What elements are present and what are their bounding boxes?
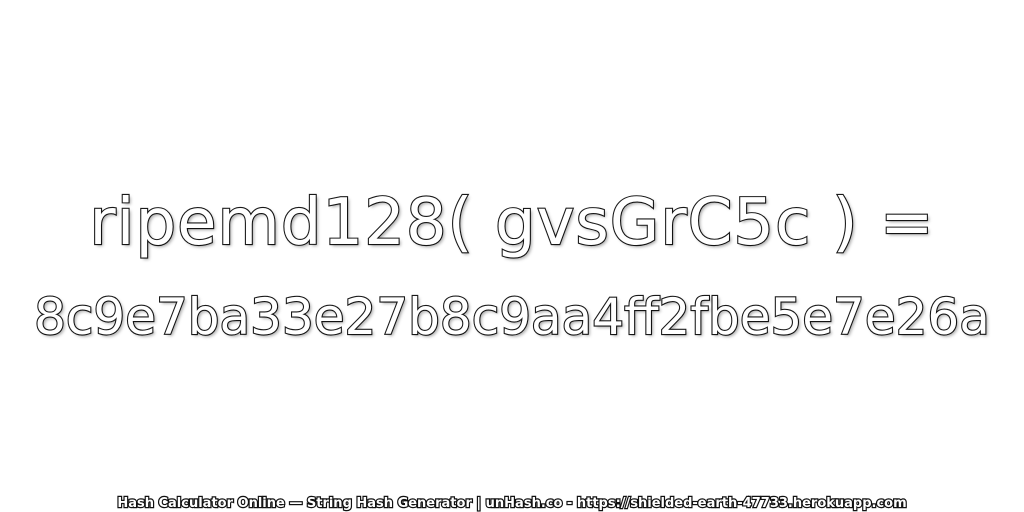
hash-expression: ripemd128( gvsGrC5c ) = — [88, 185, 935, 261]
footer-credit: Hash Calculator Online — String Hash Gen… — [116, 495, 908, 512]
hash-result-image: ripemd128( gvsGrC5c ) = 8c9e7ba33e27b8c9… — [0, 0, 1024, 512]
hash-value: 8c9e7ba33e27b8c9aa4ff2fbe5e7e26a — [33, 287, 991, 347]
